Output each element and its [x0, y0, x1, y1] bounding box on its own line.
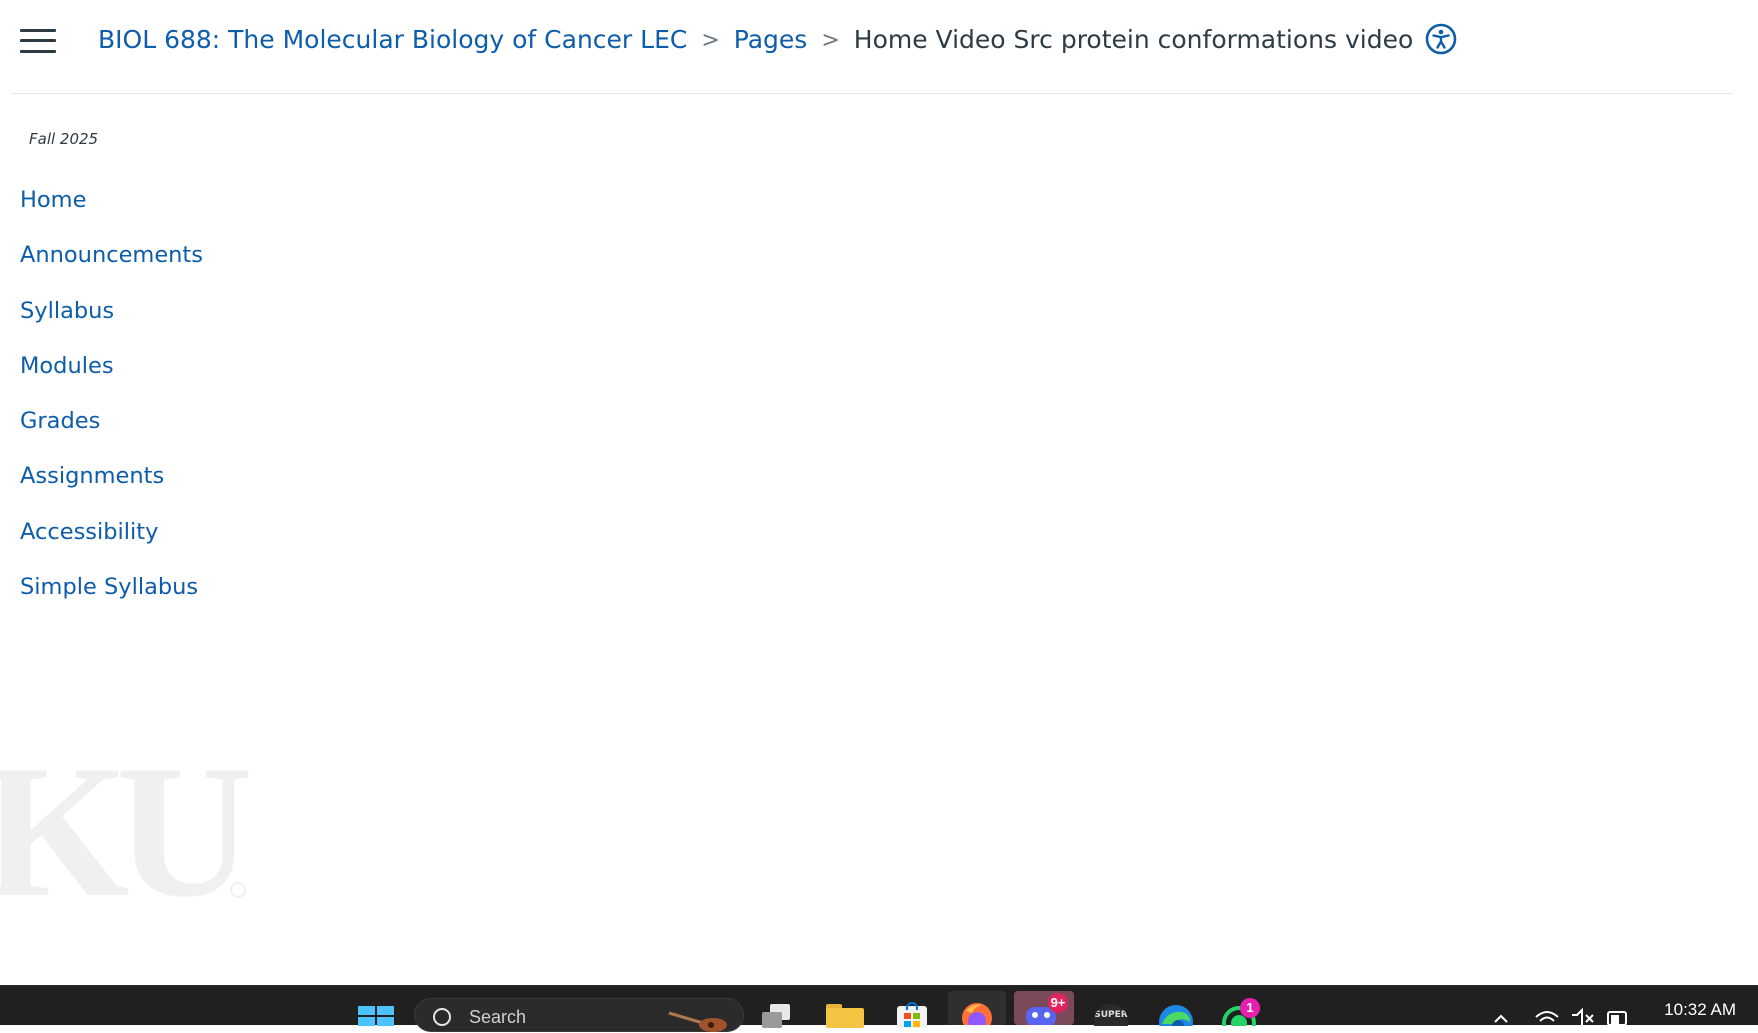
firefox-taskbar-button[interactable] — [948, 991, 1006, 1025]
hamburger-icon — [20, 29, 56, 32]
taskbar-clock[interactable]: 10:32 AM — [1664, 1000, 1736, 1020]
page-header: BIOL 688: The Molecular Biology of Cance… — [0, 0, 1758, 93]
breadcrumb-separator: > — [701, 27, 720, 53]
sidebar-item-announcements[interactable]: Announcements — [20, 235, 203, 290]
sidebar-item-grades[interactable]: Grades — [20, 401, 203, 456]
wifi-icon[interactable] — [1534, 1008, 1559, 1025]
whatsapp-notification-badge: 1 — [1240, 998, 1260, 1018]
breadcrumb-course-link[interactable]: BIOL 688: The Molecular Biology of Cance… — [98, 25, 687, 54]
breadcrumb-separator: > — [821, 27, 840, 53]
sidebar-item-home[interactable]: Home — [20, 180, 203, 235]
sidebar-item-syllabus[interactable]: Syllabus — [20, 291, 203, 346]
discord-notification-badge: 9+ — [1048, 993, 1068, 1013]
breadcrumb: BIOL 688: The Molecular Biology of Cance… — [98, 20, 1457, 58]
task-view-icon[interactable] — [762, 1004, 792, 1028]
super-app-label: SUPER — [1094, 1010, 1128, 1020]
breadcrumb-current-page: Home Video Src protein conformations vid… — [853, 24, 1414, 54]
ku-watermark-logo: KU — [0, 727, 263, 937]
guitar-icon — [668, 1011, 727, 1032]
search-icon — [433, 1008, 451, 1026]
battery-icon[interactable] — [1606, 1008, 1628, 1026]
file-explorer-icon[interactable] — [826, 1004, 864, 1028]
breadcrumb-pages-link[interactable]: Pages — [734, 25, 808, 54]
super-app-icon[interactable]: SUPER — [1094, 1004, 1128, 1026]
taskbar-search-box[interactable]: Search — [414, 998, 744, 1032]
show-hidden-icons-chevron[interactable] — [1490, 1008, 1512, 1025]
course-nav-list: Home Announcements Syllabus Modules Grad… — [20, 180, 203, 622]
course-menu-button[interactable] — [20, 29, 56, 53]
hamburger-icon-bar — [20, 50, 56, 53]
firefox-icon — [962, 1003, 992, 1025]
windows-taskbar: Search 9+ SUPER 1 10:32 AM — [0, 985, 1758, 1032]
accessibility-icon[interactable] — [1425, 23, 1457, 55]
edge-icon[interactable] — [1158, 1004, 1194, 1026]
sidebar-item-assignments[interactable]: Assignments — [20, 456, 203, 511]
windows-start-icon[interactable] — [358, 1006, 394, 1026]
sidebar-item-accessibility[interactable]: Accessibility — [20, 512, 203, 567]
whatsapp-taskbar-button[interactable]: 1 — [1222, 998, 1262, 1026]
term-label: Fall 2025 — [29, 130, 99, 148]
taskbar-search-placeholder: Search — [469, 1007, 527, 1027]
volume-muted-icon[interactable] — [1570, 1007, 1594, 1025]
sidebar-item-simple-syllabus[interactable]: Simple Syllabus — [20, 567, 203, 622]
header-divider — [11, 93, 1733, 94]
microsoft-store-icon[interactable] — [894, 1002, 930, 1028]
sidebar-item-modules[interactable]: Modules — [20, 346, 203, 401]
svg-text:KU: KU — [0, 745, 249, 925]
hamburger-icon-bar — [20, 39, 56, 42]
discord-taskbar-button[interactable]: 9+ — [1014, 991, 1074, 1025]
